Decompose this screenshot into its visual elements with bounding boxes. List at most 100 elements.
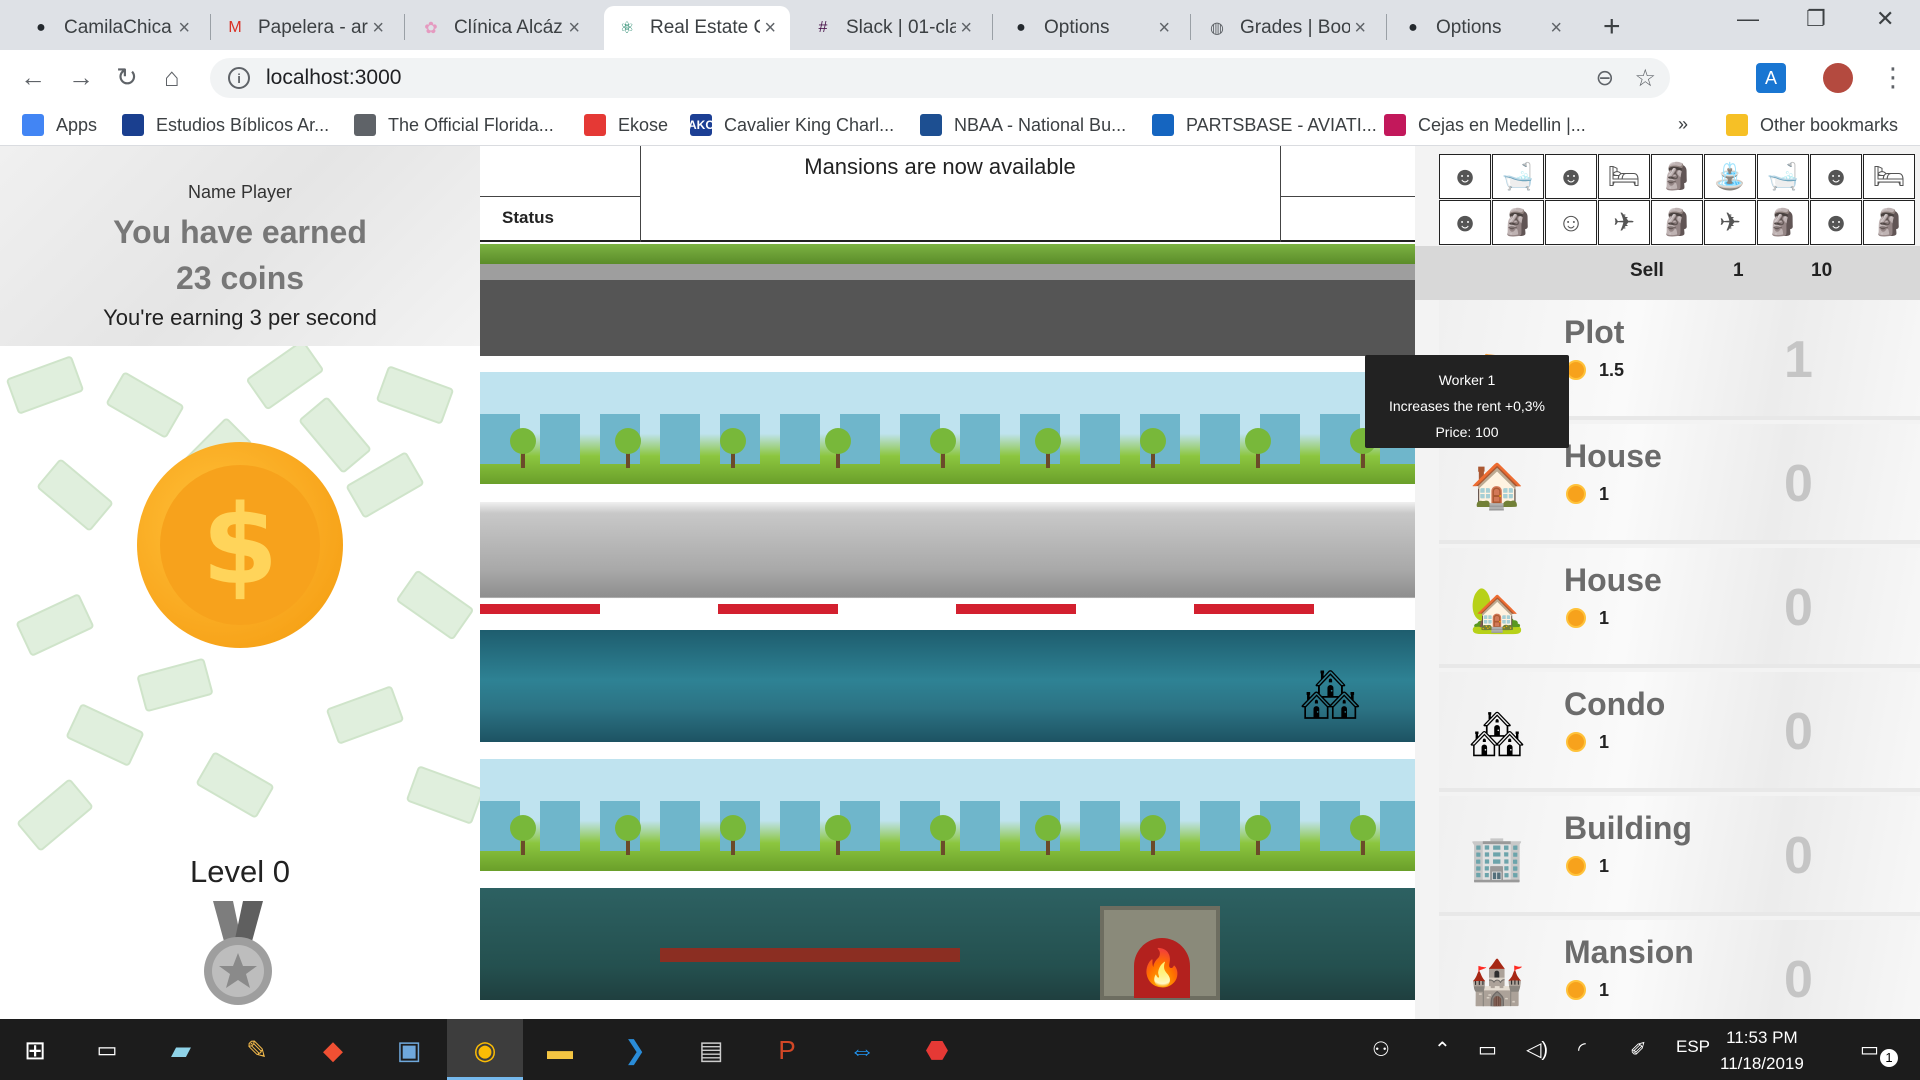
address-bar[interactable]: i localhost:3000 ⊖ ☆ xyxy=(210,58,1670,98)
dollar-bill-icon xyxy=(405,765,480,825)
browser-tab[interactable]: ● Options × xyxy=(998,6,1184,50)
browser-menu-icon[interactable]: ⋮ xyxy=(1880,62,1906,93)
browser-tab[interactable]: ● CamilaChica × xyxy=(18,6,204,50)
property-price: 1 xyxy=(1599,856,1610,876)
upgrade-slot[interactable]: ☻ xyxy=(1545,154,1597,199)
bookmark-item[interactable]: NBAA - National Bu... xyxy=(920,114,1126,136)
profile-avatar[interactable] xyxy=(1823,63,1853,93)
close-tab-icon[interactable]: × xyxy=(1550,17,1562,40)
close-window-icon[interactable]: ✕ xyxy=(1876,6,1894,32)
browser-tab[interactable]: ◍ Grades | Boo × xyxy=(1194,6,1380,50)
notifications-icon[interactable]: ▭ xyxy=(1860,1037,1879,1062)
bookmark-item[interactable]: Apps xyxy=(22,114,97,136)
home-icon[interactable]: ⌂ xyxy=(164,62,180,93)
bookmark-item[interactable]: Ekose xyxy=(584,114,668,136)
upgrade-slot[interactable]: ☻ xyxy=(1810,200,1862,245)
close-tab-icon[interactable]: × xyxy=(1158,17,1170,40)
system-clock[interactable]: 11:53 PM 11/18/2019 xyxy=(1720,1025,1804,1077)
file-explorer-icon[interactable]: ▬ xyxy=(541,1031,579,1069)
upgrade-slot[interactable]: ✈ xyxy=(1598,200,1650,245)
bookmark-label: Cavalier King Charl... xyxy=(724,114,895,135)
bookmark-item[interactable]: The Official Florida... xyxy=(354,114,554,136)
browser-tab[interactable]: ● Options × xyxy=(1390,6,1576,50)
bookmark-item[interactable]: Estudios Bíblicos Ar... xyxy=(122,114,329,136)
notepad-icon[interactable]: ▰ xyxy=(162,1031,200,1069)
upgrade-slot[interactable]: ☻ xyxy=(1810,154,1862,199)
chrome-icon[interactable]: ◉ xyxy=(466,1031,504,1069)
language-indicator[interactable]: ESP xyxy=(1676,1037,1710,1057)
extension-icon[interactable]: A xyxy=(1756,63,1786,93)
bookmark-item[interactable]: AKC Cavalier King Charl... xyxy=(688,114,895,136)
upgrade-slot[interactable]: ⛲ xyxy=(1704,154,1756,199)
close-tab-icon[interactable]: × xyxy=(1354,17,1366,40)
browser-tab[interactable]: # Slack | 01-cla × xyxy=(800,6,986,50)
sell-option[interactable]: Sell xyxy=(1630,260,1664,282)
close-tab-icon[interactable]: × xyxy=(764,17,776,40)
acrobat-icon[interactable]: ⬣ xyxy=(918,1031,956,1069)
upgrade-slot[interactable]: 🗿 xyxy=(1651,154,1703,199)
condo-icon: 🏘 xyxy=(1469,710,1525,759)
restore-icon[interactable]: ❐ xyxy=(1806,6,1826,32)
close-tab-icon[interactable]: × xyxy=(178,17,190,40)
terminal-icon[interactable]: ▤ xyxy=(692,1031,730,1069)
browser-tab[interactable]: ✿ Clínica Alcáz × xyxy=(408,6,594,50)
property-row[interactable]: 🏡 House 1 0 xyxy=(1439,548,1920,668)
property-count: 0 xyxy=(1784,455,1813,513)
upgrade-slot[interactable]: 🛏 xyxy=(1598,154,1650,199)
forward-icon[interactable]: → xyxy=(68,62,94,93)
close-tab-icon[interactable]: × xyxy=(960,17,972,40)
property-row[interactable]: 🏘 Condo 1 0 xyxy=(1439,672,1920,792)
buy-1-option[interactable]: 1 xyxy=(1733,260,1744,282)
upgrade-slot[interactable]: 🛁 xyxy=(1492,154,1544,199)
powerpoint-icon[interactable]: P xyxy=(768,1031,806,1069)
git-icon[interactable]: ◆ xyxy=(314,1031,352,1069)
upgrade-slot[interactable]: 🛏 xyxy=(1863,154,1915,199)
network-icon[interactable]: ▣ xyxy=(390,1031,428,1069)
site-info-icon[interactable]: i xyxy=(228,67,250,89)
property-row[interactable]: 🏰 Mansion 1 0 xyxy=(1439,920,1920,1019)
tab-separator xyxy=(404,14,405,40)
castle-icon: 🏰 xyxy=(1469,958,1525,1007)
upgrade-slot[interactable]: 🛁 xyxy=(1757,154,1809,199)
upgrade-slot[interactable]: ☺ xyxy=(1545,200,1597,245)
browser-tab[interactable]: M Papelera - ar × xyxy=(212,6,398,50)
bookmark-item[interactable]: PARTSBASE - AVIATI... xyxy=(1152,114,1377,136)
close-tab-icon[interactable]: × xyxy=(372,17,384,40)
reload-icon[interactable]: ↻ xyxy=(116,62,138,93)
tooltip-name: Worker 1 xyxy=(1438,372,1496,388)
property-row[interactable]: 🏢 Building 1 0 xyxy=(1439,796,1920,916)
task-view-icon[interactable]: ▭ xyxy=(88,1031,126,1069)
upgrade-slot[interactable]: ✈ xyxy=(1704,200,1756,245)
browser-tab[interactable]: ⚛ Real Estate C × xyxy=(604,6,790,50)
close-tab-icon[interactable]: × xyxy=(568,17,580,40)
new-tab-icon[interactable]: + xyxy=(1603,10,1621,44)
upgrade-slot[interactable]: 🗿 xyxy=(1757,200,1809,245)
dollar-coin-button[interactable]: $ xyxy=(137,442,343,648)
people-icon[interactable]: ⚇ xyxy=(1372,1037,1390,1062)
upgrade-slot[interactable]: ☻ xyxy=(1439,200,1491,245)
url-text[interactable]: localhost:3000 xyxy=(266,66,401,90)
wifi-icon[interactable]: ◜ xyxy=(1578,1037,1586,1062)
other-bookmarks[interactable]: Other bookmarks xyxy=(1726,114,1898,136)
paint-icon[interactable]: ✎ xyxy=(238,1031,276,1069)
minimize-icon[interactable]: — xyxy=(1737,6,1759,32)
back-icon[interactable]: ← xyxy=(20,62,46,93)
bookmark-star-icon[interactable]: ☆ xyxy=(1634,64,1656,93)
bookmark-item[interactable]: Cejas en Medellin |... xyxy=(1384,114,1586,136)
battery-icon[interactable]: ▭ xyxy=(1478,1037,1497,1062)
upgrade-slot[interactable]: 🗿 xyxy=(1492,200,1544,245)
github-icon: ● xyxy=(1408,19,1418,36)
more-bookmarks-icon[interactable]: » xyxy=(1678,114,1688,135)
windows-start-icon[interactable]: ⊞ xyxy=(16,1031,54,1069)
buy-10-option[interactable]: 10 xyxy=(1811,260,1832,282)
upgrade-slot[interactable]: 🗿 xyxy=(1651,200,1703,245)
teamviewer-icon[interactable]: ⇔ xyxy=(843,1031,881,1069)
upgrade-slot[interactable]: ☻ xyxy=(1439,154,1491,199)
zoom-icon[interactable]: ⊖ xyxy=(1596,65,1614,91)
tree-icon xyxy=(825,815,851,841)
tray-chevron-icon[interactable]: ⌃ xyxy=(1434,1037,1451,1062)
pen-icon[interactable]: ✐ xyxy=(1630,1037,1647,1062)
vscode-icon[interactable]: ❯ xyxy=(616,1031,654,1069)
volume-icon[interactable]: ◁) xyxy=(1526,1037,1548,1062)
upgrade-slot[interactable]: 🗿 xyxy=(1863,200,1915,245)
